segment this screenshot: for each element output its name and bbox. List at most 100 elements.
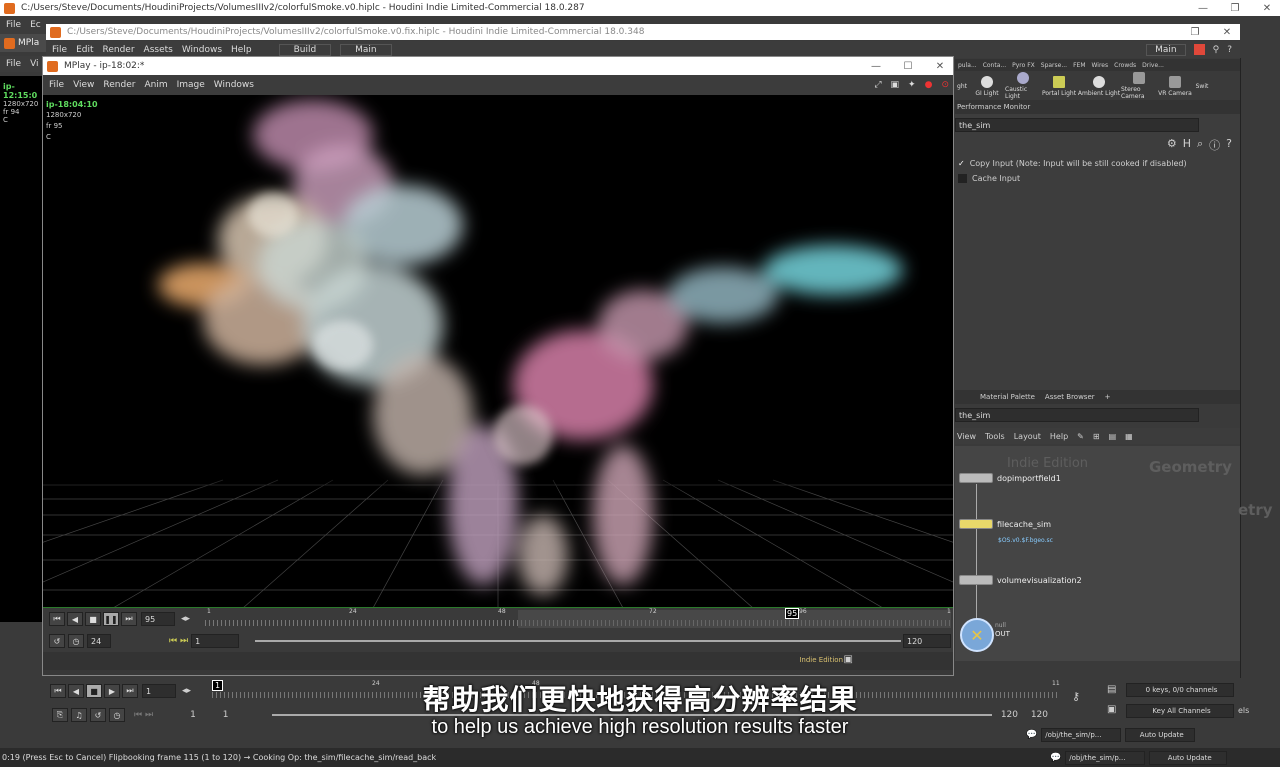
node-dopimportfield1[interactable]: dopimportfield1 (959, 473, 1061, 483)
mplay-close-button[interactable]: ✕ (927, 61, 953, 72)
mplay-viewport[interactable]: ip-18:04:10 1280x720 fr 95 C (43, 95, 953, 608)
jump-end-button[interactable]: ⏭ (121, 612, 137, 626)
menu-help[interactable]: Help (231, 45, 252, 55)
wrench-icon[interactable]: ✎ (1077, 432, 1084, 441)
node-filecache-sim[interactable]: filecache_sim (959, 519, 1051, 529)
mplay-end-field[interactable]: 120 (903, 634, 951, 648)
gear-icon[interactable]: ⚙ (1167, 137, 1177, 155)
shelf-tab[interactable]: Wires (1089, 62, 1112, 69)
material-palette-tab[interactable]: Material Palette (980, 393, 1035, 401)
left-menu-file[interactable]: File (6, 59, 21, 69)
tree-icon[interactable]: ⊞ (1093, 432, 1100, 441)
mplay-menu-image[interactable]: Image (177, 80, 205, 90)
menu-file[interactable]: File (52, 45, 67, 55)
network-path-field[interactable]: the_sim (955, 408, 1199, 422)
tool-light[interactable]: ght (955, 83, 969, 90)
shelf-tab[interactable]: FEM (1070, 62, 1088, 69)
mplay-menu-file[interactable]: File (49, 80, 64, 90)
tool-vr-camera[interactable]: VR Camera (1157, 75, 1193, 97)
add-tab-icon[interactable]: + (1105, 393, 1111, 401)
play-reverse-button[interactable]: ◀ (67, 612, 83, 626)
left-info-id: ip-12:15:0 (3, 82, 38, 100)
network-menu-view[interactable]: View (957, 432, 976, 441)
user-icon[interactable]: ⚲ (1213, 45, 1220, 55)
copy-input-row[interactable]: ✓ Copy Input (Note: Input will be still … (955, 155, 1240, 172)
maximize-button[interactable]: ❐ (1222, 3, 1248, 14)
mplay-maximize-button[interactable]: ☐ (895, 61, 921, 72)
tool-caustic-light[interactable]: Caustic Light (1005, 72, 1041, 100)
asset-browser-tab[interactable]: Asset Browser (1045, 393, 1095, 401)
copy-input-checkbox[interactable]: ✓ (958, 159, 965, 168)
mplay-current-frame-marker[interactable]: 95 (785, 608, 800, 619)
path-field-2[interactable]: /obj/the_sim/p... (1065, 751, 1146, 765)
realtime-button[interactable]: ◷ (68, 634, 84, 648)
mplay-save-icon[interactable]: ▣ (844, 654, 853, 665)
jump-start-button[interactable]: ⏮ (49, 612, 65, 626)
menu-assets[interactable]: Assets (144, 45, 173, 55)
shelf-tab[interactable]: Conta... (980, 62, 1009, 69)
network-menu-help[interactable]: Help (1050, 432, 1068, 441)
tool-switch[interactable]: Swit (1193, 83, 1211, 90)
mid-restore-button[interactable]: ❐ (1182, 27, 1208, 38)
shelf-tab[interactable]: Pyro FX (1009, 62, 1038, 69)
pause-button[interactable]: ❚❚ (103, 612, 119, 626)
shelf-tab[interactable]: pula... (955, 62, 980, 69)
mplay-frame-field[interactable]: 95 (141, 612, 175, 626)
shelf-tab[interactable]: Crowds (1111, 62, 1139, 69)
mid-close-button[interactable]: ✕ (1214, 27, 1240, 38)
left-menu-view[interactable]: Vi (30, 59, 38, 69)
help-icon[interactable]: ? (1227, 45, 1232, 55)
menu-edit[interactable]: Edit (76, 45, 93, 55)
list-icon[interactable]: ▤ (1109, 432, 1117, 441)
frame-step-icon[interactable]: ◂▸ (181, 614, 190, 624)
performance-monitor-tab[interactable]: Performance Monitor (957, 103, 1030, 111)
mplay-fps-field[interactable]: 24 (87, 634, 111, 648)
main-desk[interactable]: Main (340, 43, 392, 56)
resize-icon[interactable]: ⤢ (874, 80, 881, 90)
stop-record-icon[interactable]: ⊙ (941, 80, 949, 90)
snapshot-icon[interactable]: ▣ (891, 80, 900, 90)
menu-windows[interactable]: Windows (182, 45, 222, 55)
network-editor[interactable]: Indie Edition Geometry dopimportfield1 f… (955, 446, 1240, 661)
shelf-tab[interactable]: Sparse... (1038, 62, 1070, 69)
build-desk[interactable]: Build (278, 43, 332, 56)
record-icon[interactable]: ● (925, 80, 933, 90)
menu-render[interactable]: Render (103, 45, 135, 55)
mplay-menu-anim[interactable]: Anim (144, 80, 167, 90)
network-menu-layout[interactable]: Layout (1014, 432, 1041, 441)
help-h-icon[interactable]: H (1183, 137, 1191, 155)
mplay-start-field[interactable]: 1 (191, 634, 240, 648)
params-path-field[interactable]: the_sim (955, 118, 1199, 132)
left-mplay-tab[interactable]: MPla (0, 34, 46, 52)
tool-ambient-light[interactable]: Ambient Light (1077, 75, 1121, 97)
cache-input-row[interactable]: Cache Input (955, 172, 1240, 185)
mplay-range-slider[interactable] (255, 640, 901, 642)
mplay-menu-view[interactable]: View (73, 80, 94, 90)
node-out[interactable]: ✕ (960, 618, 994, 652)
mplay-menu-windows[interactable]: Windows (214, 80, 254, 90)
tool-portal-light[interactable]: Portal Light (1041, 75, 1077, 97)
grid-icon[interactable]: ▦ (1125, 432, 1133, 441)
search-icon[interactable]: ⌕ (1197, 137, 1203, 155)
tool-stereo-camera[interactable]: Stereo Camera (1121, 72, 1157, 100)
range-step-buttons[interactable]: ⏮ ⏭ (169, 636, 188, 646)
shelf-tab[interactable]: Drive... (1139, 62, 1167, 69)
cache-input-checkbox[interactable] (958, 174, 967, 183)
pin-icon[interactable]: ✦ (908, 80, 916, 90)
mplay-minimize-button[interactable]: — (863, 61, 889, 72)
close-button[interactable]: ✕ (1254, 3, 1280, 14)
loop-button[interactable]: ↺ (49, 634, 65, 648)
stop-button[interactable]: ■ (85, 612, 101, 626)
node-volumevisualization2[interactable]: volumevisualization2 (959, 575, 1082, 585)
network-menu-tools[interactable]: Tools (985, 432, 1005, 441)
desk-main[interactable]: Main (1146, 43, 1186, 56)
back-menu-edit[interactable]: Ec (30, 20, 41, 30)
help-icon[interactable]: ? (1226, 137, 1232, 155)
tool-gi-light[interactable]: GI Light (969, 75, 1005, 97)
minimize-button[interactable]: — (1190, 3, 1216, 14)
mplay-menu-render[interactable]: Render (103, 80, 135, 90)
info-icon[interactable]: ⓘ (1209, 137, 1220, 155)
auto-update-2[interactable]: Auto Update (1149, 751, 1228, 765)
speech-icon-2[interactable]: 💬 (1050, 753, 1061, 763)
back-menu-file[interactable]: File (6, 20, 21, 30)
